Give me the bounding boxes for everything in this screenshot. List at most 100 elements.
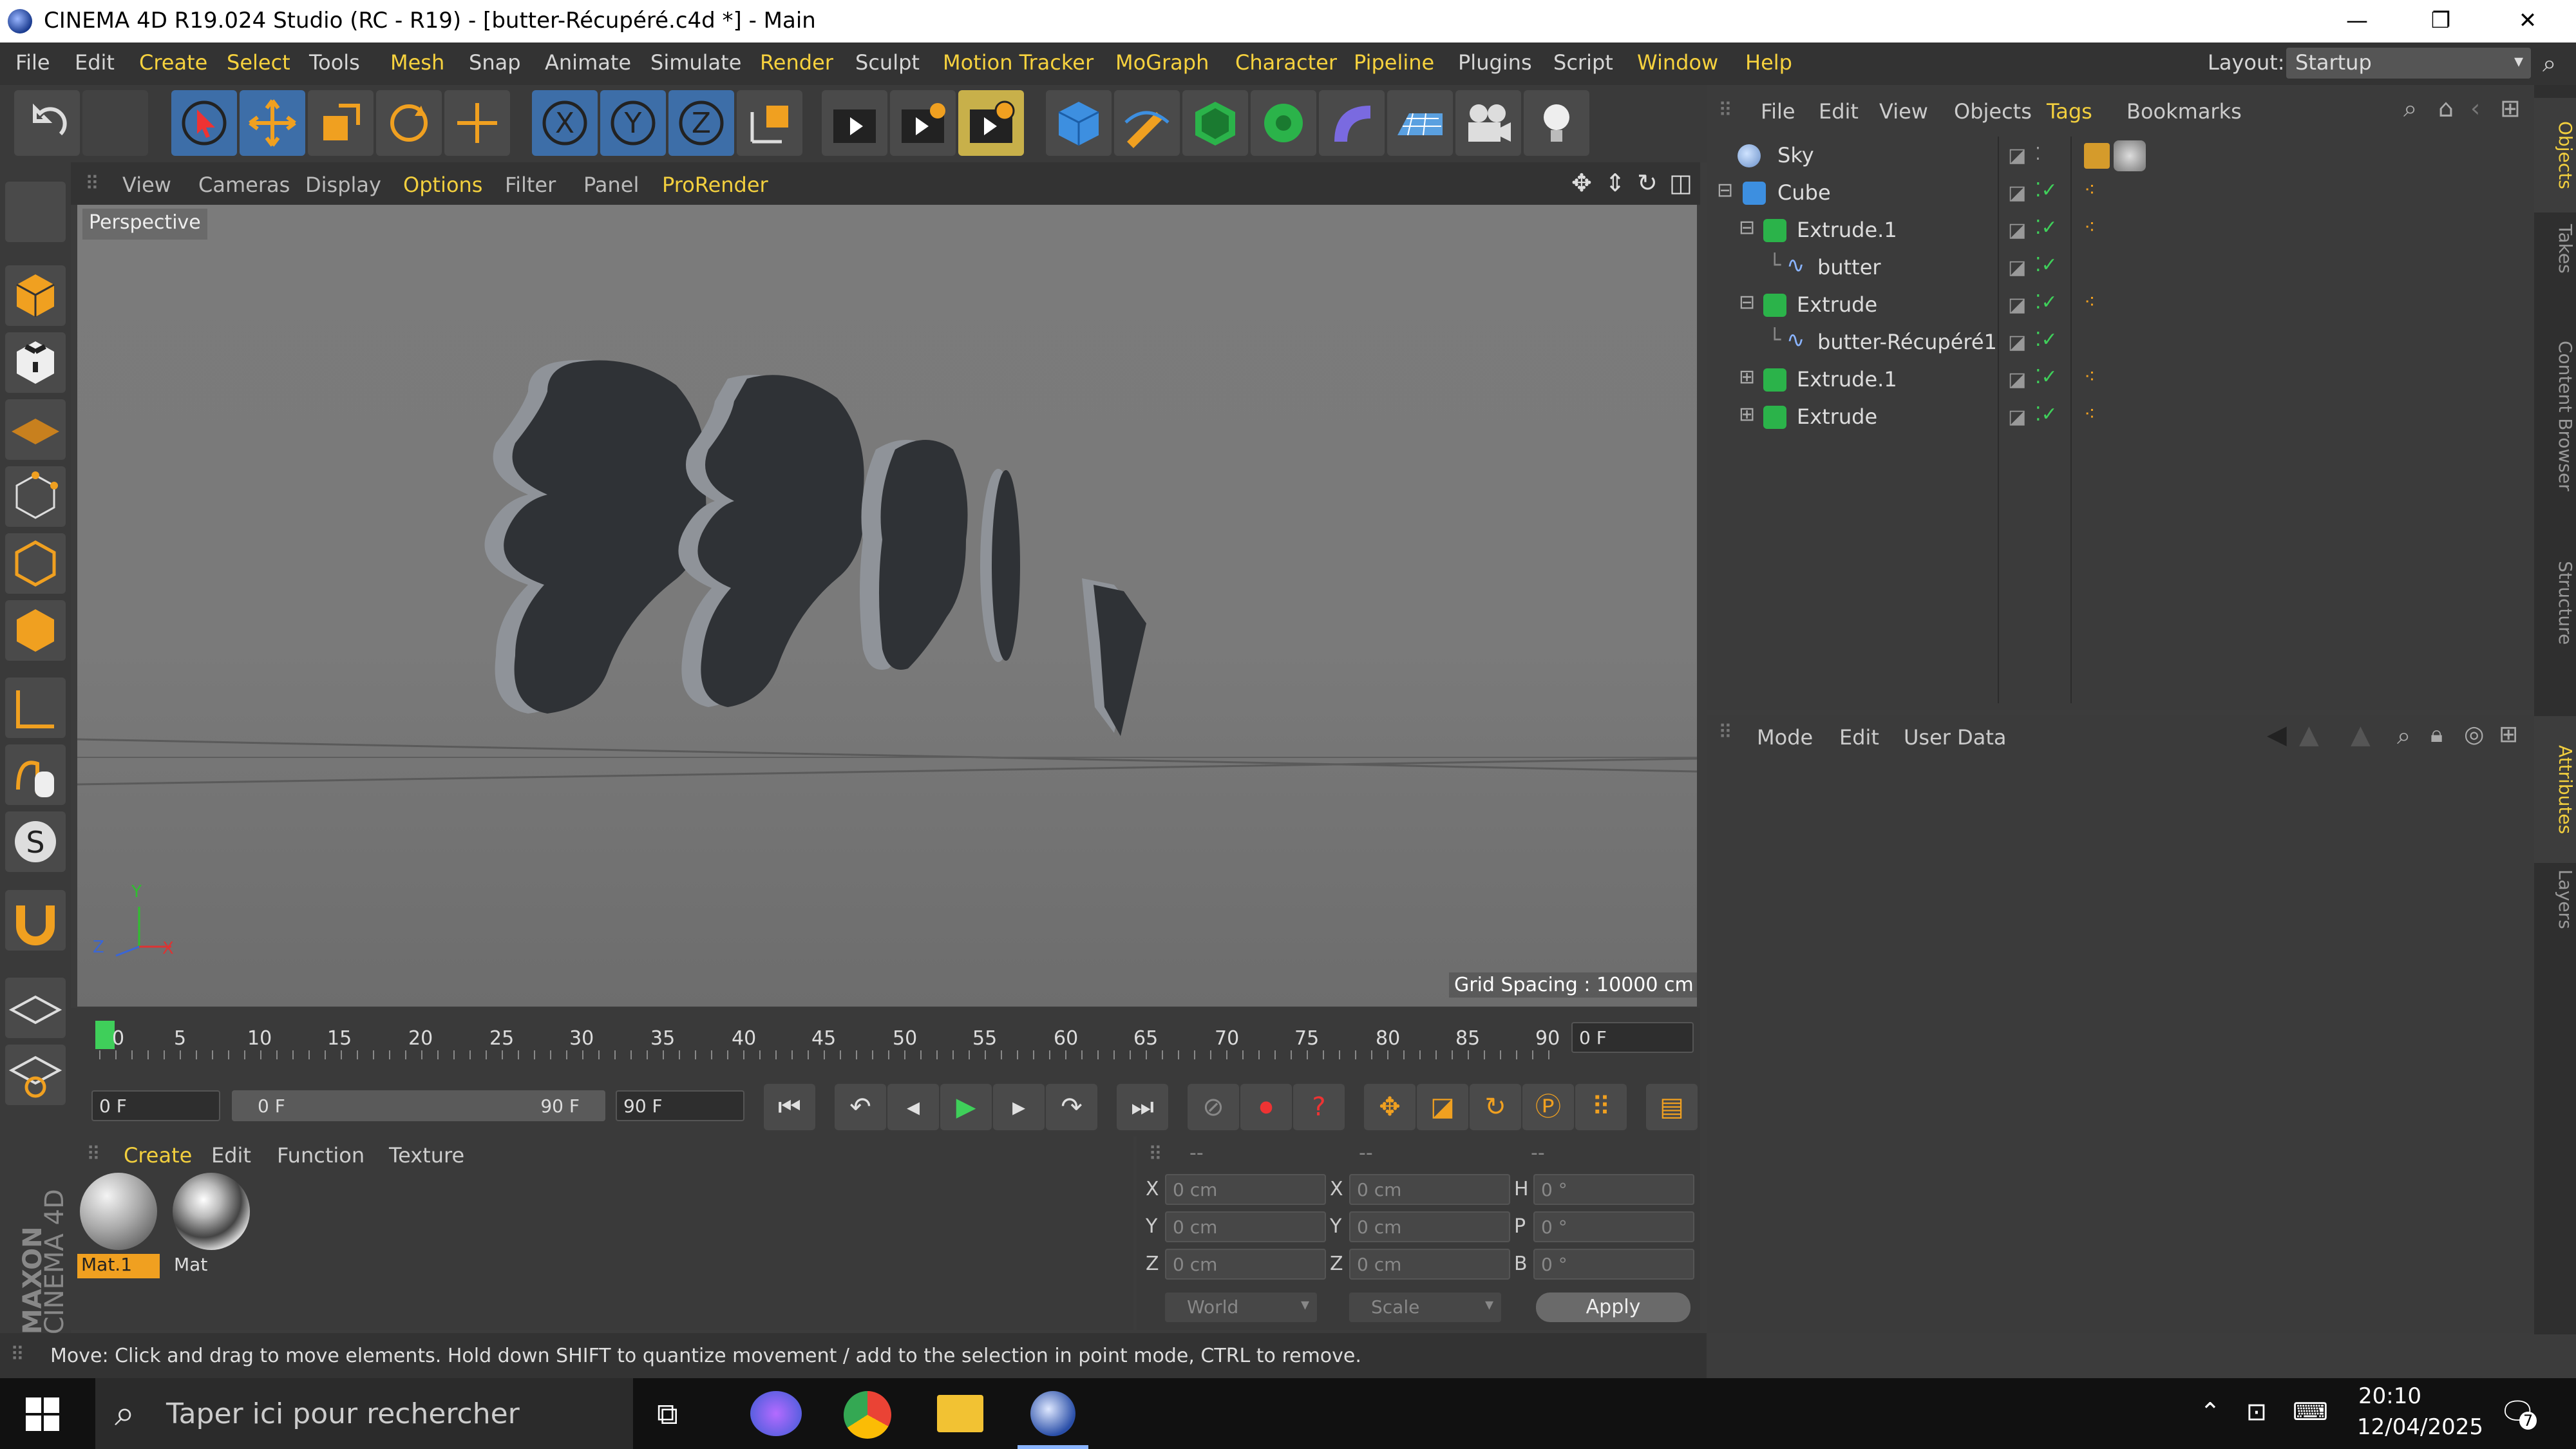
edges-mode-button[interactable] [5,533,66,594]
minimize-button[interactable]: — [2318,3,2396,39]
enabled-checkmark-icon[interactable]: ⁚✓ [2035,366,2058,388]
menu-file[interactable]: File [15,50,50,75]
subdivision-surface-button[interactable] [1182,90,1248,156]
mat-menu-function[interactable]: Function [277,1143,365,1168]
attr-menu-mode[interactable]: Mode [1757,725,1813,750]
phong-tag-icon[interactable]: ⁖ [2084,403,2096,426]
key-scale-button[interactable]: ◪ [1417,1084,1468,1130]
render-settings-button[interactable] [958,90,1024,156]
arrow-left-icon[interactable]: ‹ [2470,94,2480,122]
end-frame-field[interactable]: 90 F [616,1090,744,1121]
mat-menu-create[interactable]: Create [124,1143,192,1168]
visibility-dots[interactable]: ⁚ [2035,143,2041,164]
size-mode-select[interactable]: Scale ▾ [1349,1293,1501,1322]
mat-menu-texture[interactable]: Texture [389,1143,464,1168]
go-to-start-button[interactable]: ⏮ [764,1084,815,1130]
search-icon[interactable]: ⌕ [2543,49,2556,78]
live-selection-tool[interactable] [171,90,237,156]
om-menu-tags[interactable]: Tags [2047,99,2092,124]
move-tool-button[interactable] [240,90,305,156]
key-point-level-button[interactable]: ⠿ [1575,1084,1627,1130]
menu-create[interactable]: Create [139,50,207,75]
phong-tag-icon[interactable]: ⁖ [2084,216,2096,239]
menu-select[interactable]: Select [227,50,290,75]
keyboard-icon[interactable]: ⌨ [2293,1397,2328,1426]
object-row-butter-recupere1[interactable]: └ ∿ butter-Récupéré1 ◪ ⁚✓ [1707,323,2534,361]
apply-button[interactable]: Apply [1536,1293,1690,1322]
search-icon[interactable]: ⌕ [2397,721,2410,750]
make-editable-button[interactable] [5,182,66,242]
menu-simulate[interactable]: Simulate [650,50,741,75]
key-position-button[interactable]: ✥ [1364,1084,1416,1130]
om-menu-file[interactable]: File [1761,99,1795,124]
phong-tag-icon[interactable]: ⁖ [2084,366,2096,388]
mat-menu-edit[interactable]: Edit [211,1143,251,1168]
phong-tag-icon[interactable]: ⁖ [2084,291,2096,314]
redo-button[interactable] [82,90,148,156]
scale-tool-button[interactable] [308,90,374,156]
y-axis-lock-button[interactable]: Y [600,90,666,156]
snap-magnet-button[interactable] [5,890,66,951]
rotation-b-field[interactable]: 0 ° [1533,1249,1694,1280]
close-button[interactable]: ✕ [2489,3,2566,39]
object-row-extrude-1b[interactable]: ⊞ Extrude.1 ◪ ⁚✓ ⁖ [1707,361,2534,398]
expand-icon[interactable]: ⊞ [1739,366,1755,388]
menu-edit[interactable]: Edit [75,50,115,75]
key-parameter-button[interactable]: Ⓟ [1522,1084,1574,1130]
tab-objects[interactable]: Objects [2534,98,2576,213]
workplane-mode-button[interactable] [5,399,66,460]
vp-menu-prorender[interactable]: ProRender [662,173,768,197]
back-arrow-icon[interactable]: ◀ [2267,720,2287,750]
render-view-button[interactable] [822,90,887,156]
menu-mesh[interactable]: Mesh [390,50,444,75]
object-row-cube[interactable]: ⊟ Cube ◪ ⁚✓ ⁖ [1707,174,2534,211]
layer-icon[interactable]: ◪ [2008,406,2026,428]
object-row-sky[interactable]: Sky ◪ ⁚ [1707,137,2534,174]
cloner-button[interactable] [1251,90,1316,156]
windows-start-icon[interactable] [26,1397,59,1431]
target-icon[interactable]: ◎ [2464,721,2484,748]
tab-layers[interactable]: Layers [2534,845,2576,953]
enabled-checkmark-icon[interactable]: ⁚✓ [2035,328,2058,351]
position-y-field[interactable]: 0 cm [1165,1211,1326,1242]
phong-tag-icon[interactable]: ⁖ [2084,179,2096,202]
texture-mode-button[interactable] [5,332,66,393]
model-mode-button[interactable] [5,265,66,326]
drag-handle-icon[interactable]: ⠿ [1718,721,1732,744]
home-icon[interactable]: ⌂ [2438,94,2454,122]
next-frame-button[interactable]: ▸ [993,1084,1045,1130]
menu-render[interactable]: Render [760,50,833,75]
menu-snap[interactable]: Snap [469,50,521,75]
maximize-button[interactable]: ❐ [2402,3,2479,39]
menu-plugins[interactable]: Plugins [1458,50,1532,75]
collapse-icon[interactable]: ⊟ [1739,291,1755,314]
keyframe-selection-button[interactable]: ? [1293,1084,1345,1130]
material-swatch-mat1[interactable]: Mat.1 [77,1170,160,1280]
lock-icon[interactable]: 🔒︎ [2430,721,2443,748]
vp-menu-view[interactable]: View [122,173,171,197]
tab-structure[interactable]: Structure [2534,536,2576,670]
collapse-icon[interactable]: ⊟ [1739,216,1755,239]
pen-spline-button[interactable] [1114,90,1180,156]
texture-tag-icon[interactable] [2084,143,2110,169]
cinema4d-taskbar-icon[interactable] [1030,1391,1075,1436]
menu-pipeline[interactable]: Pipeline [1354,50,1434,75]
enabled-checkmark-icon[interactable]: ⁚✓ [2035,216,2058,239]
attr-menu-edit[interactable]: Edit [1839,725,1879,750]
enabled-checkmark-icon[interactable]: ⁚✓ [2035,179,2058,202]
menu-animate[interactable]: Animate [545,50,631,75]
vp-menu-cameras[interactable]: Cameras [198,173,290,197]
key-rotation-button[interactable]: ↻ [1470,1084,1521,1130]
om-menu-edit[interactable]: Edit [1819,99,1859,124]
size-x-field[interactable]: 0 cm [1349,1174,1510,1205]
deformer-button[interactable] [1319,90,1385,156]
position-x-field[interactable]: 0 cm [1165,1174,1326,1205]
tab-attributes[interactable]: Attributes [2534,716,2576,863]
coordinate-system-button[interactable] [737,90,802,156]
layer-icon[interactable]: ◪ [2008,256,2026,279]
timeline-ruler[interactable]: 0 5 10 15 20 25 30 35 40 45 50 55 60 65 … [71,1008,1700,1072]
render-picture-viewer-button[interactable] [890,90,956,156]
om-menu-view[interactable]: View [1879,99,1928,124]
z-axis-lock-button[interactable]: Z [668,90,734,156]
object-row-extrude-b[interactable]: ⊞ Extrude ◪ ⁚✓ ⁖ [1707,398,2534,435]
